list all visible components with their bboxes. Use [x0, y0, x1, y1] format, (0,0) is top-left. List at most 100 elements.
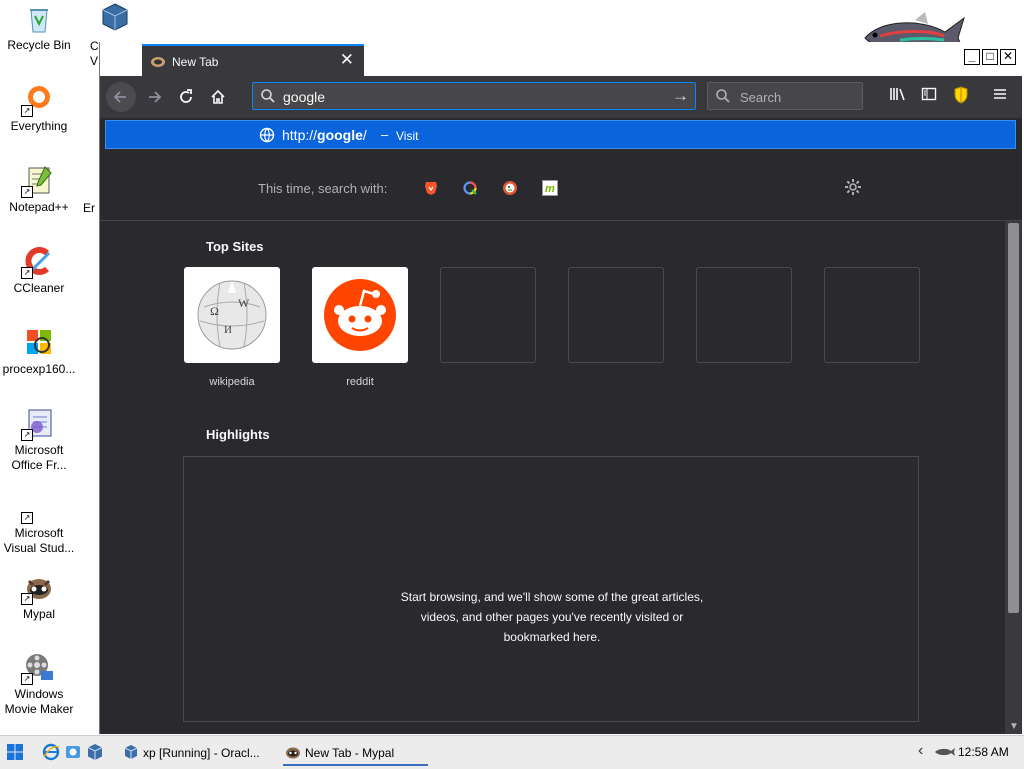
shield-icon	[954, 86, 968, 104]
virtualbox-icon	[124, 745, 138, 759]
desktop-icon-notepad-plus-plus[interactable]: ↗ Notepad++	[0, 164, 79, 215]
sidebar-button[interactable]	[919, 86, 939, 106]
shortcut-arrow-icon: ↗	[21, 673, 33, 685]
top-sites-title: Top Sites	[206, 239, 264, 254]
content-scrollbar[interactable]: ▼	[1005, 221, 1022, 734]
tab-new-tab[interactable]: New Tab ✕	[142, 44, 364, 76]
desktop-icon-label: Recycle Bin	[7, 38, 71, 52]
desktop-icon-office-frontpage[interactable]: ↗ Microsoft Office Fr...	[0, 407, 79, 473]
suggestion-action: Visit	[396, 129, 419, 143]
library-icon	[890, 88, 905, 101]
desktop-icon-label: CCleaner	[13, 281, 65, 295]
tray-fish-icon[interactable]	[934, 747, 956, 757]
visual-studio-icon: ↗	[21, 490, 55, 524]
top-site-empty[interactable]	[440, 267, 536, 363]
menu-button[interactable]	[990, 86, 1010, 106]
virtualbox-icon[interactable]	[86, 743, 104, 761]
mypal-icon: ↗	[21, 571, 55, 605]
movie-maker-icon: ↗	[21, 651, 55, 685]
virtualbox-icon	[102, 3, 128, 31]
highlights-message-line: videos, and other pages you've recently …	[420, 610, 684, 624]
duckduckgo-icon[interactable]	[502, 180, 518, 196]
back-button[interactable]	[106, 82, 136, 112]
brave-icon[interactable]	[423, 180, 439, 196]
reload-button[interactable]	[172, 84, 200, 110]
mojeek-icon[interactable]: m	[542, 180, 558, 196]
file-explorer-icon[interactable]	[64, 743, 82, 761]
url-bar[interactable]: →	[252, 82, 696, 110]
taskbar-item-mypal[interactable]: New Tab - Mypal	[283, 739, 428, 766]
top-site-label: wikipedia	[209, 376, 255, 388]
search-icon	[261, 89, 275, 103]
hamburger-menu-icon	[994, 89, 1006, 99]
url-input[interactable]	[281, 87, 665, 107]
top-site-label: reddit	[346, 376, 374, 388]
sidebar-icon	[921, 87, 937, 101]
highlights-message-line: Start browsing, and we'll show some of t…	[400, 590, 704, 604]
suggestion-separator: –	[381, 127, 389, 142]
suggestion-row-visit[interactable]: http://google/ – Visit	[105, 120, 1016, 149]
office-frontpage-icon: ↗	[21, 407, 55, 441]
shortcut-arrow-icon: ↗	[21, 512, 33, 524]
top-site-empty[interactable]	[696, 267, 792, 363]
desktop-icon-recycle-bin[interactable]: Recycle Bin	[0, 2, 79, 53]
desktop-icon-ccleaner[interactable]: ↗ CCleaner	[0, 245, 79, 296]
desktop-icon-virtualbox[interactable]	[100, 2, 130, 35]
tray-expand-chevron-icon[interactable]: ‹	[918, 742, 923, 760]
shortcut-arrow-icon: ↗	[21, 186, 33, 198]
home-button[interactable]	[204, 84, 232, 110]
close-window-button[interactable]: ✕	[1000, 49, 1016, 65]
desktop-icon-label: Mypal	[22, 607, 55, 621]
top-site-empty[interactable]	[824, 267, 920, 363]
start-button-icon[interactable]	[6, 743, 24, 761]
ccleaner-icon: ↗	[21, 245, 55, 279]
go-arrow-icon[interactable]: →	[672, 86, 689, 106]
wikipedia-icon: Ω W И	[197, 280, 267, 350]
taskbar-item-virtualbox[interactable]: xp [Running] - Oracl...	[121, 739, 277, 766]
search-bar[interactable]	[707, 82, 863, 110]
mypal-icon	[286, 747, 300, 759]
scroll-down-arrow-icon[interactable]: ▼	[1009, 721, 1019, 732]
search-icon	[716, 89, 730, 103]
top-site-wikipedia[interactable]: Ω W И	[184, 267, 280, 363]
tab-strip: New Tab ✕ _ □ ✕	[100, 42, 1022, 76]
svg-text:И: И	[224, 324, 232, 336]
desktop-icon-label: Microsoft Visual Stud...	[3, 526, 75, 555]
desktop-icon-label: Windows Movie Maker	[4, 687, 74, 716]
search-input[interactable]	[738, 88, 862, 106]
library-button[interactable]	[888, 86, 908, 106]
desktop-icon-label: Notepad++	[9, 200, 69, 214]
desktop-partial-label-er: Er	[83, 201, 95, 215]
taskbar-item-label: xp [Running] - Oracl...	[143, 746, 260, 760]
arrow-left-icon	[113, 91, 126, 103]
forward-button[interactable]	[140, 84, 168, 110]
desktop-icon-mypal[interactable]: ↗ Mypal	[0, 571, 79, 622]
minimize-button[interactable]: _	[964, 49, 980, 65]
maximize-button[interactable]: □	[982, 49, 998, 65]
desktop-partial-label-c: C	[90, 39, 99, 53]
svg-text:W: W	[238, 296, 250, 310]
ublock-button[interactable]	[951, 86, 971, 106]
scrollbar-thumb[interactable]	[1008, 223, 1019, 613]
gear-icon[interactable]	[843, 177, 863, 197]
desktop-icon-everything[interactable]: ↗ Everything	[0, 83, 79, 134]
highlights-message-line: bookmarked here.	[503, 630, 601, 644]
arrow-right-icon	[149, 91, 162, 103]
everything-icon: ↗	[21, 83, 55, 117]
desktop-icon-label: Microsoft Office Fr...	[11, 443, 67, 472]
mypal-tab-icon	[151, 57, 165, 67]
new-tab-content: Top Sites Ω W И wikipedia reddit Highlig…	[100, 221, 1005, 734]
desktop-icon-label: procexp160...	[2, 362, 76, 376]
top-site-reddit[interactable]	[312, 267, 408, 363]
shortcut-arrow-icon: ↗	[21, 267, 33, 279]
home-icon	[211, 89, 225, 104]
close-tab-icon[interactable]: ✕	[340, 50, 354, 70]
qwant-icon[interactable]	[462, 180, 478, 196]
internet-explorer-icon[interactable]	[42, 743, 60, 761]
desktop-icon-movie-maker[interactable]: ↗ Windows Movie Maker	[0, 651, 79, 717]
top-site-empty[interactable]	[568, 267, 664, 363]
desktop-icon-label: Everything	[10, 119, 68, 133]
desktop-icon-visual-studio[interactable]: ↗ Microsoft Visual Stud...	[0, 490, 79, 556]
desktop-icon-process-explorer[interactable]: procexp160...	[0, 326, 79, 377]
url-suggestions-dropdown: http://google/ – Visit This time, search…	[100, 118, 1022, 221]
